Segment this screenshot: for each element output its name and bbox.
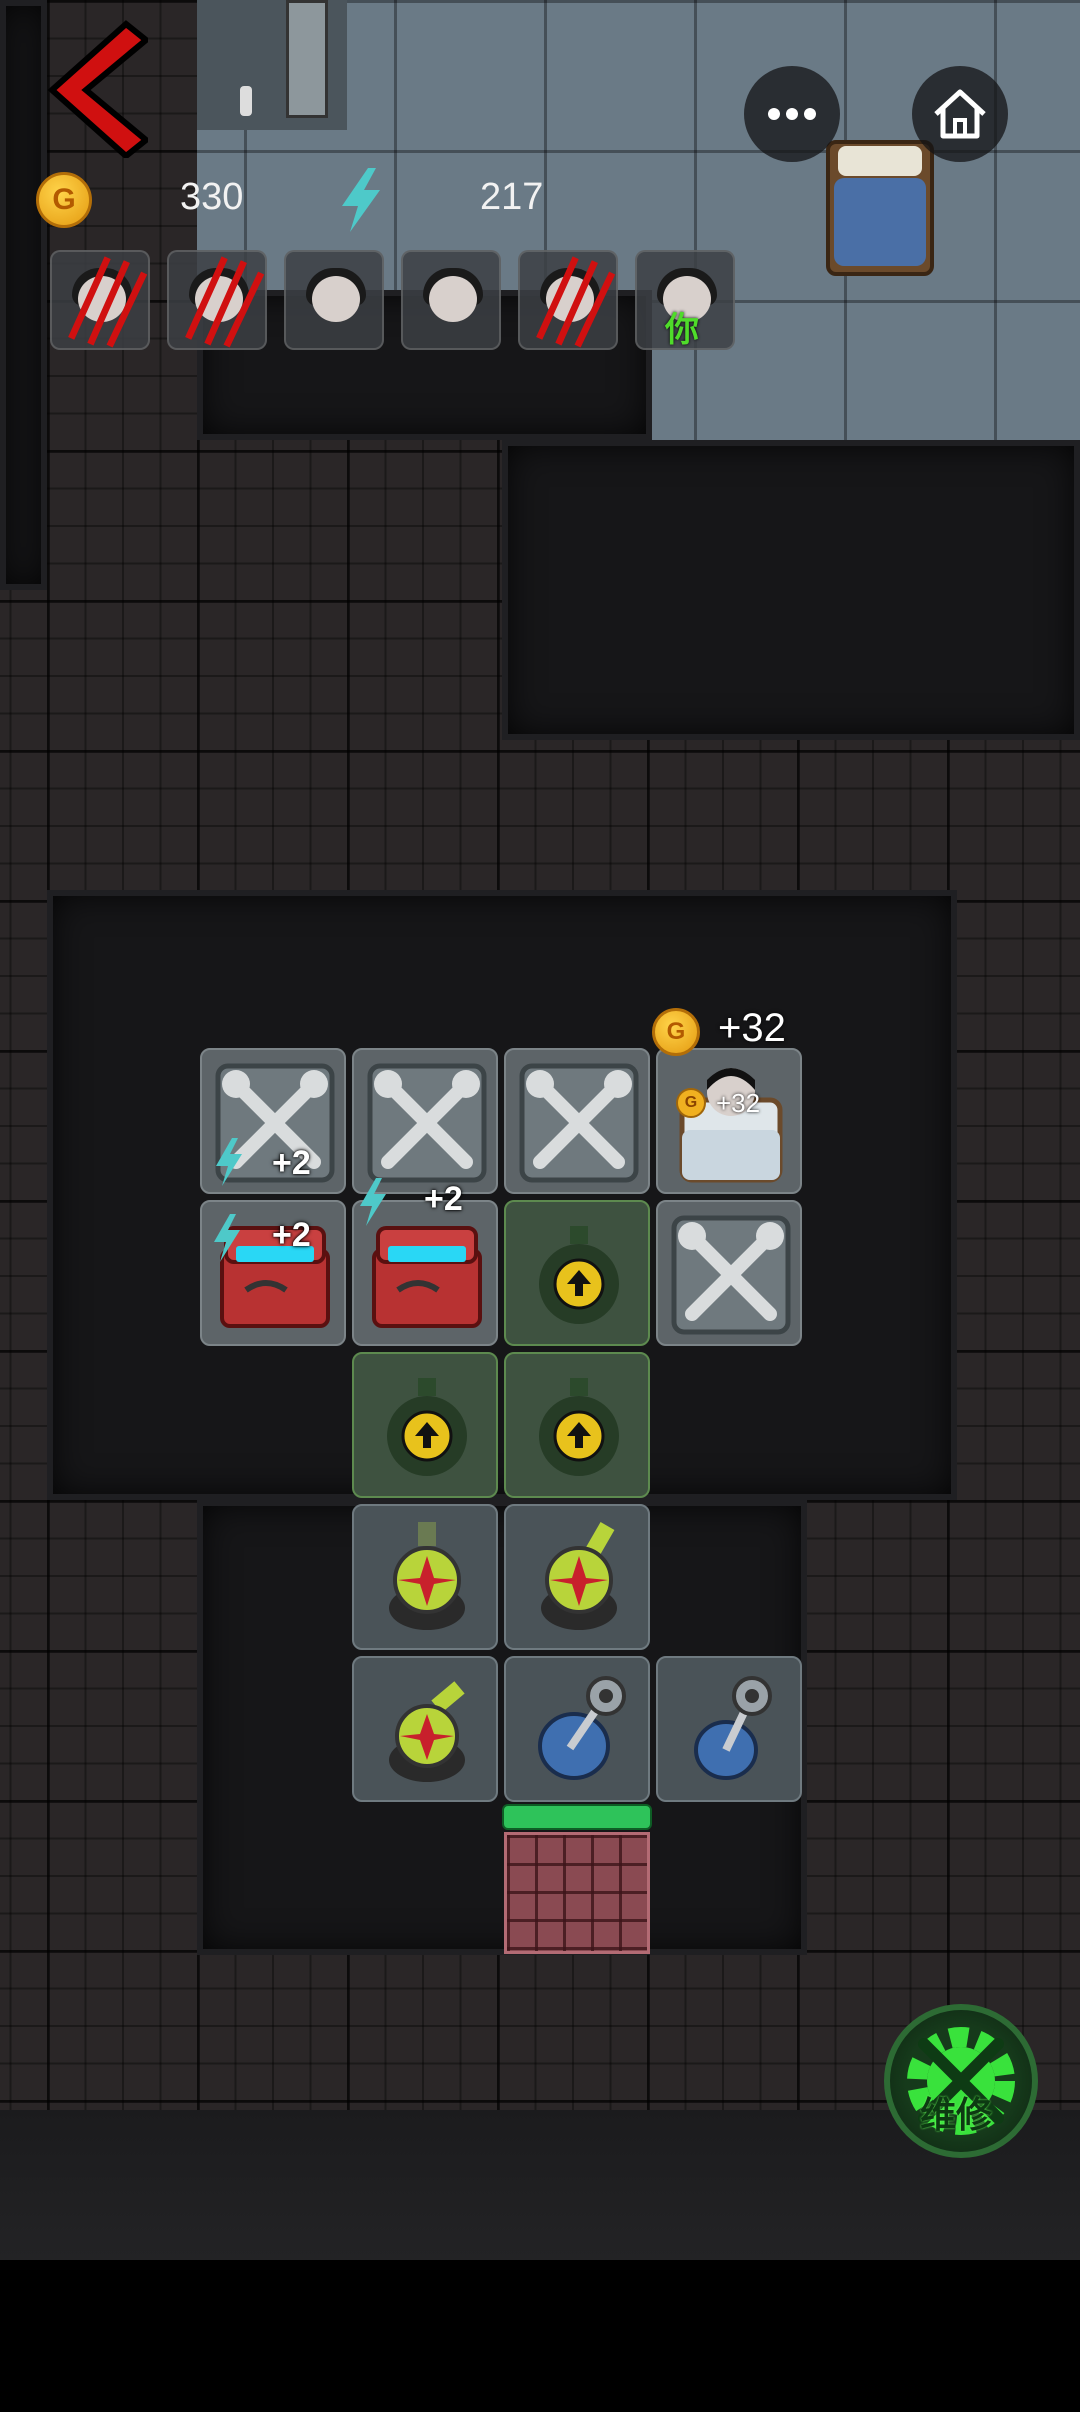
fan-turret-icon <box>541 1522 617 1630</box>
bonus-label: +2 <box>272 1216 311 1254</box>
fan-turret-icon <box>389 1681 465 1782</box>
coin-icon: G <box>676 1088 706 1118</box>
more-horizontal-icon <box>768 108 816 120</box>
fan-turret-icon <box>389 1522 465 1630</box>
blue-turret-icon <box>538 1676 626 1780</box>
energy-counter: 217 <box>480 176 544 218</box>
avatar-face <box>312 276 360 322</box>
wall-switch <box>240 86 252 116</box>
energy-chest-tile[interactable]: +2 <box>352 1178 498 1346</box>
avatar-face <box>429 276 477 322</box>
generator-tile[interactable] <box>504 1504 650 1650</box>
lightning-icon <box>342 168 380 232</box>
player-avatar-slashed[interactable] <box>518 250 618 350</box>
generator-tile[interactable] <box>352 1656 498 1802</box>
home-button[interactable] <box>912 66 1008 162</box>
player-avatar-slashed[interactable] <box>167 250 267 350</box>
player-avatar[interactable] <box>284 250 384 350</box>
player-avatar-self[interactable]: 你 <box>635 250 735 350</box>
repair-tool-tile[interactable] <box>352 1048 498 1194</box>
claw-slash-icon <box>185 256 265 348</box>
bonus-label: +2 <box>272 1144 311 1182</box>
dark-corridor <box>502 440 1080 740</box>
energy-chest-tile[interactable]: +2 <box>200 1200 346 1346</box>
more-button[interactable] <box>744 66 840 162</box>
turret-tile[interactable] <box>504 1656 650 1802</box>
coin-icon: G <box>652 1008 700 1056</box>
door-panel <box>504 1832 650 1954</box>
turret-tile[interactable] <box>656 1656 802 1802</box>
upgrade-slot-tile[interactable] <box>352 1352 498 1498</box>
upgrade-arrow-icon <box>387 1378 467 1476</box>
sleeping-player-bed-icon <box>679 1068 783 1183</box>
player-avatar[interactable] <box>401 250 501 350</box>
bed-icon[interactable] <box>820 132 940 282</box>
door[interactable] <box>502 1804 652 1954</box>
bonus-label: +2 <box>424 1180 463 1218</box>
repair-label: 维修 <box>920 2094 993 2135</box>
lightning-icon <box>214 1214 240 1262</box>
upgrade-slot-tile[interactable] <box>504 1200 650 1346</box>
upgrade-arrow-icon <box>539 1378 619 1476</box>
wall-window <box>286 0 328 118</box>
bottom-bar <box>0 2260 1080 2412</box>
wrench-cross-icon <box>671 1215 791 1335</box>
claw-slash-icon <box>68 256 148 348</box>
wrench-cross-icon <box>519 1063 639 1183</box>
dark-hall <box>47 890 957 1500</box>
lightning-icon <box>360 1178 386 1226</box>
coin-icon: G <box>36 172 92 228</box>
generator-tile[interactable] <box>352 1504 498 1650</box>
self-marker-label: 你 <box>665 311 699 349</box>
blue-turret-icon <box>694 1676 772 1780</box>
repair-tool-tile[interactable]: +2 <box>200 1048 346 1194</box>
bed-tile[interactable] <box>656 1048 802 1194</box>
upgrade-arrow-icon <box>539 1226 619 1324</box>
bed-gold-label: +32 <box>716 1088 761 1118</box>
gold-income-label: +32 <box>718 1006 786 1050</box>
player-avatar-slashed[interactable] <box>50 250 150 350</box>
lightning-icon <box>216 1138 242 1186</box>
repair-tool-tile[interactable] <box>656 1200 802 1346</box>
upgrade-slot-tile[interactable] <box>504 1352 650 1498</box>
repair-button[interactable]: 维修 <box>884 2004 1038 2158</box>
repair-tool-tile[interactable] <box>504 1048 650 1194</box>
wrench-cross-icon <box>367 1063 487 1183</box>
home-icon <box>934 89 986 139</box>
claw-slash-icon <box>536 256 616 348</box>
door-health-bar <box>502 1804 652 1830</box>
energy-chest-icon <box>372 1226 482 1328</box>
gold-counter: 330 <box>180 176 244 218</box>
chevron-left-icon[interactable] <box>38 18 148 158</box>
